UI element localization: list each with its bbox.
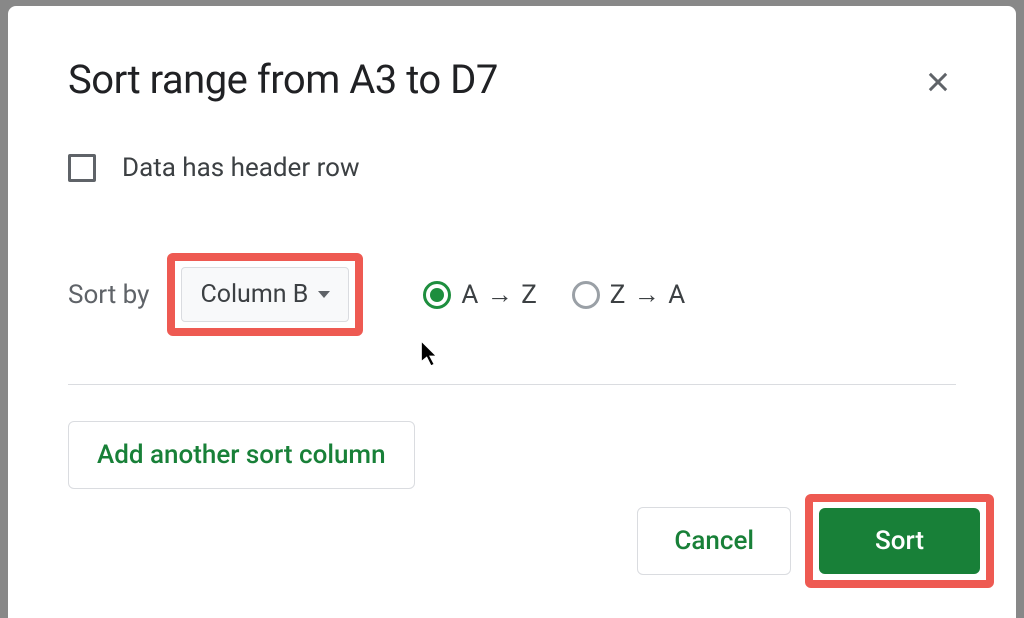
dialog-title: Sort range from A3 to D7: [68, 56, 498, 103]
column-dropdown-highlight: Column B: [167, 253, 363, 336]
sort-range-dialog: Sort range from A3 to D7 Data has header…: [8, 6, 1016, 618]
column-dropdown[interactable]: Column B: [181, 267, 349, 322]
radio-za-label: Z → A: [610, 279, 686, 310]
sort-order-radio-group: A → Z Z → A: [423, 279, 686, 310]
header-row-checkbox[interactable]: [68, 154, 96, 182]
close-button[interactable]: [920, 64, 956, 103]
radio-za[interactable]: [572, 281, 600, 309]
header-row-label: Data has header row: [122, 153, 360, 183]
dialog-footer: Cancel Sort: [637, 494, 994, 588]
add-sort-column-button[interactable]: Add another sort column: [68, 421, 415, 489]
sort-by-row: Sort by Column B A → Z Z → A: [68, 253, 956, 336]
radio-az[interactable]: [423, 281, 451, 309]
sort-by-label: Sort by: [68, 280, 149, 310]
dialog-header: Sort range from A3 to D7: [68, 56, 956, 103]
radio-option-az[interactable]: A → Z: [423, 279, 537, 310]
sort-button-highlight: Sort: [805, 494, 994, 588]
divider: [68, 384, 956, 385]
column-dropdown-value: Column B: [200, 280, 308, 309]
chevron-down-icon: [318, 291, 330, 298]
sort-button[interactable]: Sort: [819, 508, 980, 574]
header-row-option: Data has header row: [68, 153, 956, 183]
cancel-button[interactable]: Cancel: [637, 507, 791, 575]
radio-option-za[interactable]: Z → A: [572, 279, 686, 310]
radio-az-label: A → Z: [461, 279, 537, 310]
close-icon: [924, 68, 952, 96]
